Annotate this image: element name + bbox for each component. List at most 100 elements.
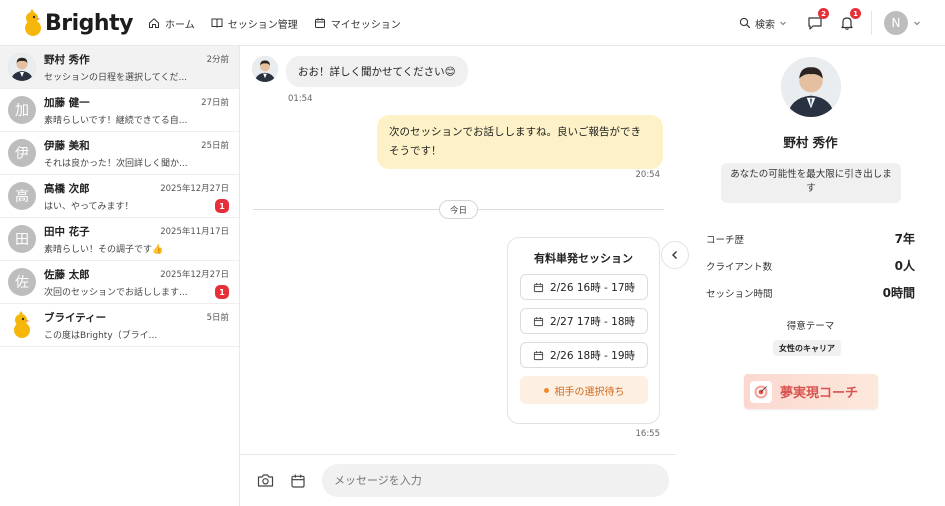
notifications-badge: 1 <box>850 8 861 19</box>
conversation-item[interactable]: 高 高橋 次郎 2025年12月27日 はい、やってみます！ 1 <box>0 175 239 218</box>
search-icon <box>739 17 751 29</box>
conversation-preview: それは良かった！次回詳しく聞か... <box>44 158 188 169</box>
search-button[interactable]: 検索 <box>739 16 787 31</box>
conversation-item[interactable]: 田 田中 花子 2025年11月17日 素晴らしい！その調子です👍 <box>0 218 239 261</box>
conversation-item[interactable]: 野村 秀作 2分前 セッションの日程を選択してくだ... <box>0 46 239 89</box>
date-divider: 今日 <box>439 200 479 219</box>
slot-label: 2/26 18時 - 19時 <box>549 349 636 362</box>
time-slot-option[interactable]: 2/27 17時 - 18時 <box>520 308 648 334</box>
conversation-time: 2025年12月27日 <box>160 184 229 194</box>
coach-photo <box>781 57 841 117</box>
conversation-name: 田中 花子 <box>44 225 90 238</box>
status-dot-icon <box>543 387 549 393</box>
slot-label: 2/27 17時 - 18時 <box>549 315 636 328</box>
specialty-label: 得意テーマ <box>786 321 835 332</box>
conversation-preview: セッションの日程を選択してくだ... <box>44 72 188 83</box>
search-label: 検索 <box>755 19 775 31</box>
coach-profile-panel: 野村 秀作 あなたの可能性を最大限に引き出します コーチ歴 7年 クライアント数… <box>676 46 945 506</box>
conversation-preview: 素晴らしいです！継続できてる自... <box>44 115 188 126</box>
conversation-item[interactable]: 伊 伊藤 美和 25日前 それは良かった！次回詳しく聞か... <box>0 132 239 175</box>
user-avatar: N <box>884 11 908 35</box>
conversation-name: 高橋 次郎 <box>44 182 90 195</box>
collapse-panel-button[interactable] <box>661 241 689 269</box>
initial-avatar: 加 <box>8 96 36 124</box>
conversation-time: 5日前 <box>206 313 229 323</box>
unread-badge: 1 <box>215 285 229 299</box>
mascot-avatar <box>8 311 36 339</box>
messages-badge: 2 <box>818 8 829 19</box>
incoming-bubble: おお！詳しく聞かせてください😊 <box>286 56 468 87</box>
top-bar: Brighty ホーム セッション管理 マイセッション 検索 2 1 N <box>0 0 945 46</box>
user-menu[interactable]: N <box>884 11 921 35</box>
specialty-chip: 女性のキャリア <box>773 340 841 356</box>
stat-value: 7年 <box>894 232 915 246</box>
nav-my-sessions[interactable]: マイセッション <box>314 16 401 31</box>
coach-badge-label: 夢実現コーチ <box>780 386 859 401</box>
coach-avatar <box>252 56 278 82</box>
time-slot-option[interactable]: 2/26 18時 - 19時 <box>520 342 648 368</box>
conversation-name: 佐藤 太郎 <box>44 268 90 281</box>
conversation-preview: この度はBrighty（ブライ... <box>44 330 158 341</box>
coach-tagline: あなたの可能性を最大限に引き出します <box>721 163 901 203</box>
conversation-item[interactable]: 佐 佐藤 太郎 2025年12月27日 次回のセッションでお話しします... 1 <box>0 261 239 304</box>
chevron-down-icon <box>914 21 920 26</box>
message-time: 01:54 <box>288 94 313 104</box>
chat-pane: おお！詳しく聞かせてください😊 01:54 次のセッションでお話ししますね。良い… <box>240 46 689 506</box>
initial-avatar: 高 <box>8 182 36 210</box>
calendar-icon <box>314 18 325 28</box>
conversation-time: 25日前 <box>201 141 229 151</box>
initial-avatar: 田 <box>8 225 36 253</box>
message-input[interactable] <box>322 464 669 497</box>
conversation-name: 伊藤 美和 <box>44 139 90 152</box>
message-composer <box>240 454 676 506</box>
outgoing-bubble: 次のセッションでお話ししますね。良いご報告ができそうです！ <box>377 115 663 169</box>
target-icon <box>750 380 772 403</box>
calendar-icon <box>533 316 544 326</box>
conversation-name: ブライティー <box>44 311 107 324</box>
home-icon <box>149 18 159 28</box>
stat-label: セッション時間 <box>706 288 773 300</box>
app-name: Brighty <box>45 10 133 36</box>
coach-badge: 夢実現コーチ <box>744 374 878 409</box>
conversation-item[interactable]: ブライティー 5日前 この度はBrighty（ブライ... <box>0 304 239 347</box>
chevron-down-icon <box>780 21 786 26</box>
schedule-button[interactable] <box>289 472 307 490</box>
status-pill: 相手の選択待ち <box>520 376 648 404</box>
nav-home-label: ホーム <box>165 19 195 31</box>
conversation-time: 2025年12月27日 <box>160 270 229 280</box>
message-time: 20:54 <box>635 170 661 180</box>
notifications-button[interactable]: 1 <box>837 8 861 33</box>
stat-row: セッション時間 0時間 <box>706 284 915 301</box>
camera-icon <box>257 474 273 487</box>
nav-sessions[interactable]: セッション管理 <box>211 16 298 31</box>
session-offer-card: 有料単発セッション 2/26 16時 - 17時 2/27 17時 - 18時 … <box>507 237 660 424</box>
calendar-icon <box>291 474 305 488</box>
calendar-icon <box>533 350 544 360</box>
nav-home[interactable]: ホーム <box>148 16 195 31</box>
stat-row: クライアント数 0人 <box>706 257 915 274</box>
conversation-preview: 素晴らしい！その調子です👍 <box>44 244 164 255</box>
mascot-icon <box>22 9 44 37</box>
incoming-message: おお！詳しく聞かせてください😊 <box>252 56 468 87</box>
initial-avatar: 伊 <box>8 139 36 167</box>
conversation-time: 2分前 <box>206 55 229 65</box>
card-title: 有料単発セッション <box>534 252 633 265</box>
header-divider <box>871 11 872 35</box>
chevron-left-icon <box>672 251 677 259</box>
initial-avatar: 佐 <box>8 268 36 296</box>
stat-label: クライアント数 <box>706 261 773 273</box>
book-icon <box>211 18 223 28</box>
nav-my-sessions-label: マイセッション <box>330 19 401 31</box>
conversation-list: 野村 秀作 2分前 セッションの日程を選択してくだ... 加 加藤 健一 27日… <box>0 46 240 506</box>
coach-name: 野村 秀作 <box>783 135 838 150</box>
slot-label: 2/26 16時 - 17時 <box>549 281 636 294</box>
brighty-logo[interactable]: Brighty <box>22 8 133 38</box>
camera-button[interactable] <box>256 472 274 490</box>
messages-button[interactable]: 2 <box>805 8 829 33</box>
time-slot-option[interactable]: 2/26 16時 - 17時 <box>520 274 648 300</box>
stat-label: コーチ歴 <box>706 234 745 246</box>
conversation-item[interactable]: 加 加藤 健一 27日前 素晴らしいです！継続できてる自... <box>0 89 239 132</box>
coach-avatar <box>8 53 36 81</box>
calendar-icon <box>533 282 544 292</box>
status-label: 相手の選択待ち <box>554 386 625 398</box>
